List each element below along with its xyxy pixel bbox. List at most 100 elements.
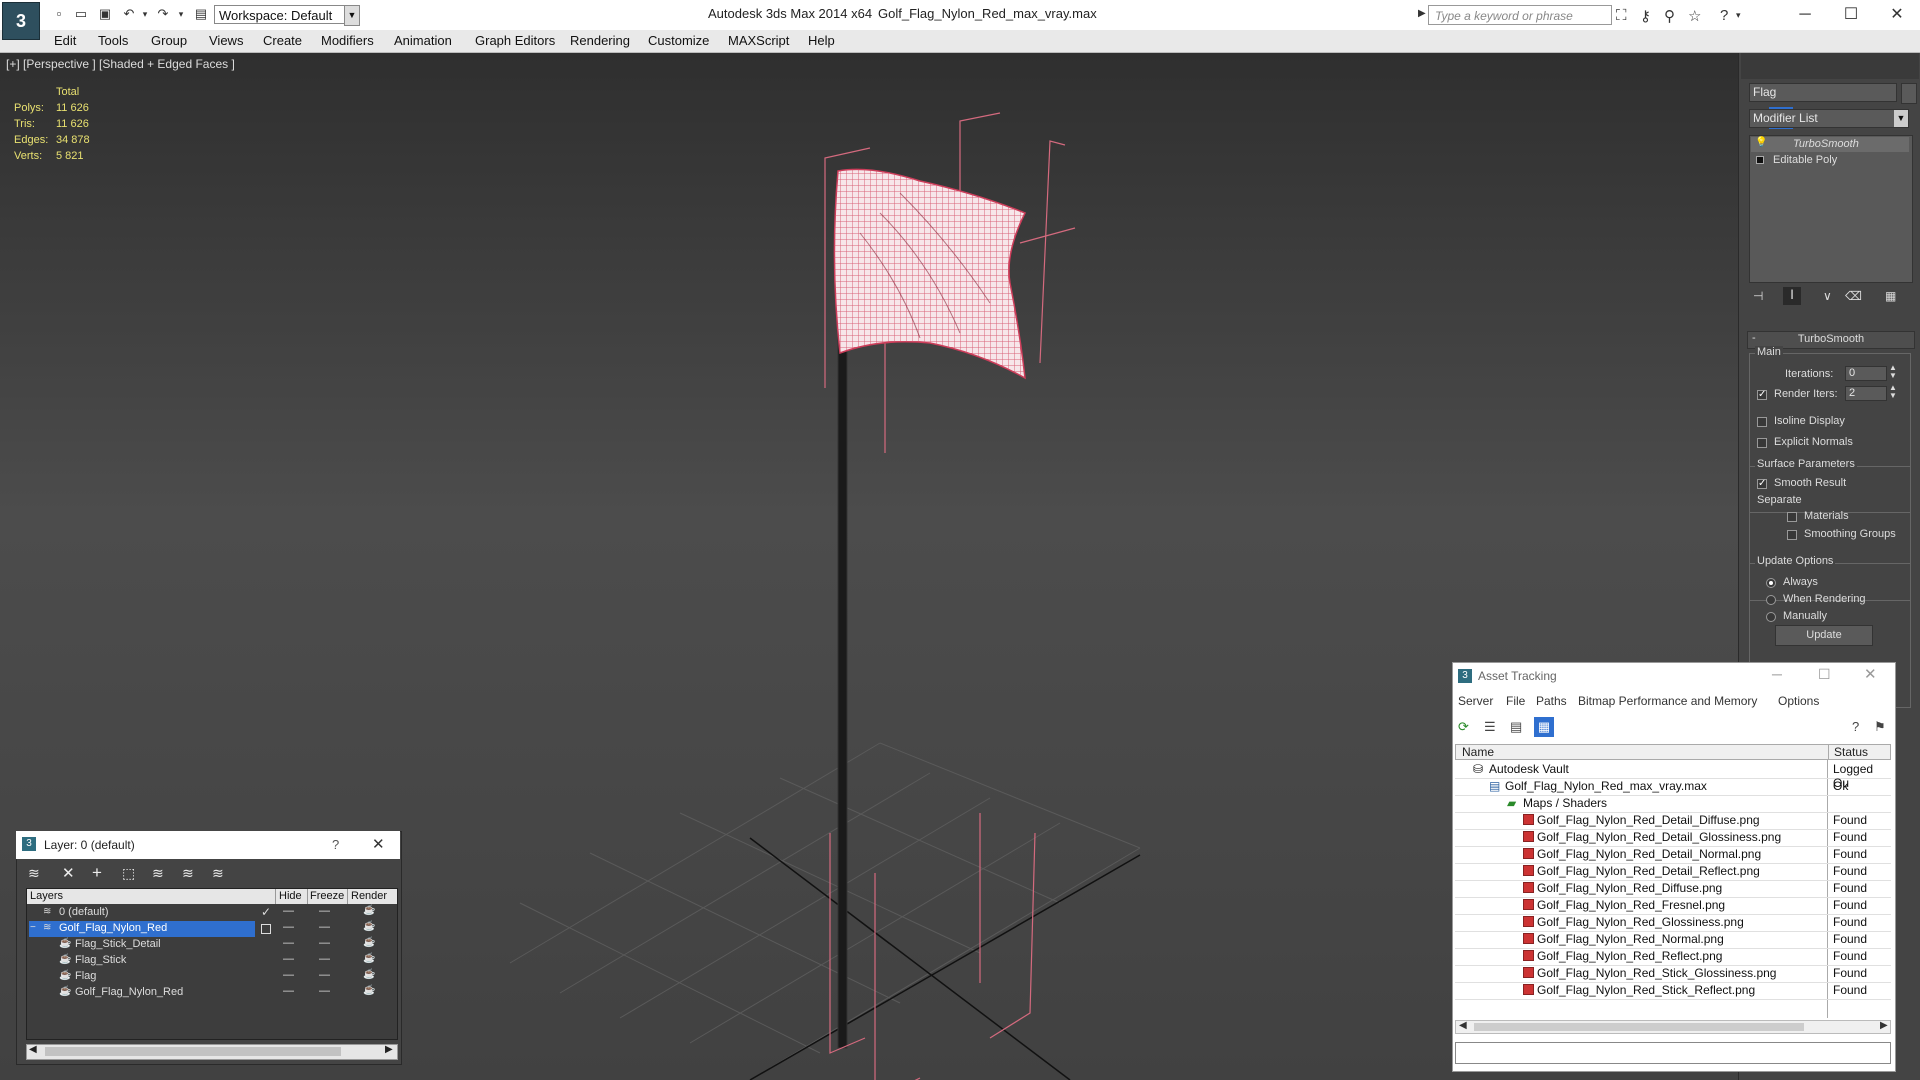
menu-edit[interactable]: Edit [54, 33, 76, 48]
expand-box-icon[interactable] [1756, 156, 1764, 164]
stack-item-editable-poly[interactable]: Editable Poly [1751, 153, 1909, 168]
context-help-icon[interactable]: ⚑ [1874, 719, 1886, 735]
menu-file[interactable]: File [1506, 694, 1525, 708]
render-teapot-icon[interactable]: ☕ [363, 985, 375, 996]
asset-tracking-title-bar[interactable]: 3 Asset Tracking ─ ☐ ✕ [1452, 662, 1894, 690]
scroll-left-icon[interactable]: ◀ [1459, 1020, 1467, 1031]
menu-bitmap-performance[interactable]: Bitmap Performance and Memory [1578, 694, 1757, 708]
render-teapot-icon[interactable]: ☕ [363, 905, 375, 916]
redo-icon[interactable]: ↷ [154, 6, 172, 22]
project-folder-icon[interactable]: ▤ [192, 6, 210, 22]
explicit-normals-checkbox[interactable] [1757, 438, 1767, 448]
scroll-right-icon[interactable]: ▶ [1880, 1020, 1888, 1031]
search-expand-icon[interactable]: ▶ [1418, 8, 1426, 19]
minimize-icon[interactable]: ─ [1782, 2, 1828, 28]
render-teapot-icon[interactable]: ☕ [363, 937, 375, 948]
close-icon[interactable]: ✕ [1864, 665, 1877, 683]
freeze-toggle[interactable]: — [319, 953, 330, 965]
asset-row[interactable]: Golf_Flag_Nylon_Red_Detail_Normal.png Fo… [1455, 846, 1891, 864]
menu-maxscript[interactable]: MAXScript [728, 33, 789, 48]
freeze-toggle[interactable]: — [319, 921, 330, 933]
add-to-layer-icon[interactable]: + [92, 863, 102, 883]
list-view-icon[interactable]: ☰ [1484, 719, 1496, 735]
subscription-key-icon[interactable]: ⚷ [1640, 7, 1651, 25]
create-layer-icon[interactable]: ≋ [28, 865, 40, 882]
hide-toggle[interactable]: — [283, 953, 294, 965]
stack-item-turbosmooth[interactable]: 💡 TurboSmooth [1751, 137, 1909, 152]
menu-rendering[interactable]: Rendering [570, 33, 630, 48]
pin-stack-icon[interactable]: ⊣ [1753, 289, 1763, 303]
configure-modifier-sets-icon[interactable]: ▦ [1885, 289, 1896, 303]
show-end-result-icon[interactable]: Ⅰ [1783, 287, 1801, 305]
help-dropdown-icon[interactable]: ▾ [1736, 10, 1741, 21]
hide-toggle[interactable]: — [283, 937, 294, 949]
menu-graph-editors[interactable]: Graph Editors [475, 33, 555, 48]
asset-row[interactable]: Golf_Flag_Nylon_Red_Stick_Glossiness.png… [1455, 965, 1891, 983]
scrollbar-thumb[interactable] [1474, 1023, 1804, 1031]
collapse-icon[interactable]: − [30, 922, 36, 933]
asset-row[interactable]: Golf_Flag_Nylon_Red_Diffuse.png Found [1455, 880, 1891, 898]
maximize-icon[interactable]: ☐ [1818, 666, 1831, 683]
tree-view-icon[interactable]: ▤ [1510, 719, 1522, 735]
layer-dialog-title-bar[interactable]: 3 Layer: 0 (default) ? ✕ [16, 831, 400, 859]
search-input[interactable]: Type a keyword or phrase [1428, 5, 1612, 25]
asset-path-field[interactable] [1455, 1042, 1891, 1064]
menu-customize[interactable]: Customize [648, 33, 709, 48]
render-iters-checkbox[interactable]: ✓ [1757, 390, 1767, 400]
freeze-toggle[interactable]: — [319, 985, 330, 997]
table-view-icon[interactable]: ▦ [1534, 717, 1554, 737]
workspace-menu-arrow-icon[interactable]: ▼ [344, 5, 360, 26]
menu-modifiers[interactable]: Modifiers [321, 33, 374, 48]
scroll-right-icon[interactable]: ▶ [385, 1044, 393, 1055]
menu-tools[interactable]: Tools [98, 33, 128, 48]
minimize-icon[interactable]: ─ [1772, 666, 1782, 682]
active-layer-checkbox[interactable] [261, 924, 271, 934]
menu-options[interactable]: Options [1778, 694, 1819, 708]
layer-row[interactable]: ≋ 0 (default) ✓ — — ☕ [27, 905, 397, 921]
asset-row[interactable]: Golf_Flag_Nylon_Red_Detail_Diffuse.png F… [1455, 812, 1891, 830]
scroll-left-icon[interactable]: ◀ [29, 1044, 37, 1055]
asset-row[interactable]: ⛁ Autodesk Vault Logged Ou [1455, 761, 1891, 790]
layer-horizontal-scrollbar[interactable]: ◀ ▶ [26, 1044, 398, 1060]
freeze-toggle[interactable]: — [319, 937, 330, 949]
refresh-icon[interactable]: ⟳ [1458, 719, 1469, 735]
layer-row[interactable]: ☕ Flag_Stick — — ☕ [27, 953, 397, 969]
hide-toggle[interactable]: — [283, 985, 294, 997]
maximize-icon[interactable]: ☐ [1828, 2, 1874, 28]
workspace-dropdown[interactable]: Workspace: Default ▼ [214, 5, 358, 24]
layer-row[interactable]: − ≋ Golf_Flag_Nylon_Red — — ☕ [27, 921, 397, 937]
binoculars-icon[interactable]: ⛶ [1616, 7, 1627, 24]
asset-row[interactable]: ▤ Golf_Flag_Nylon_Red_max_vray.max Ok [1455, 778, 1891, 796]
menu-help[interactable]: Help [808, 33, 835, 48]
remove-modifier-icon[interactable]: ⌫ [1845, 289, 1862, 303]
column-hide[interactable]: Hide [279, 890, 302, 902]
update-button[interactable]: Update [1775, 625, 1873, 646]
asset-row[interactable]: ▰ Maps / Shaders [1455, 795, 1891, 813]
layer-row[interactable]: ☕ Flag — — ☕ [27, 969, 397, 985]
new-file-icon[interactable]: ▫ [50, 6, 68, 22]
update-when-rendering-radio[interactable] [1766, 595, 1776, 605]
asset-row[interactable]: Golf_Flag_Nylon_Red_Reflect.png Found [1455, 948, 1891, 966]
menu-paths[interactable]: Paths [1536, 694, 1567, 708]
delete-layer-icon[interactable]: ✕ [62, 864, 75, 882]
menu-group[interactable]: Group [151, 33, 187, 48]
isoline-display-checkbox[interactable] [1757, 417, 1767, 427]
help-icon[interactable]: ? [332, 837, 339, 852]
menu-server[interactable]: Server [1458, 694, 1493, 708]
select-objects-icon[interactable]: ⬚ [122, 865, 135, 882]
iterations-spinner[interactable]: 0 [1845, 366, 1887, 381]
object-name-input[interactable]: Flag [1749, 83, 1897, 102]
render-teapot-icon[interactable]: ☕ [363, 969, 375, 980]
update-manually-radio[interactable] [1766, 612, 1776, 622]
favorites-star-icon[interactable]: ☆ [1688, 7, 1701, 25]
save-file-icon[interactable]: ▣ [96, 6, 114, 22]
help-icon[interactable]: ? [1852, 719, 1859, 734]
object-color-swatch[interactable] [1901, 83, 1917, 104]
smooth-result-checkbox[interactable]: ✓ [1757, 479, 1767, 489]
asset-row[interactable]: Golf_Flag_Nylon_Red_Normal.png Found [1455, 931, 1891, 949]
hide-all-layers-icon[interactable]: ≋ [182, 865, 194, 882]
asset-row[interactable]: Golf_Flag_Nylon_Red_Fresnel.png Found [1455, 897, 1891, 915]
asset-row[interactable]: Golf_Flag_Nylon_Red_Stick_Reflect.png Fo… [1455, 982, 1891, 1000]
asset-row[interactable]: Golf_Flag_Nylon_Red_Detail_Glossiness.pn… [1455, 829, 1891, 847]
render-teapot-icon[interactable]: ☕ [363, 921, 375, 932]
